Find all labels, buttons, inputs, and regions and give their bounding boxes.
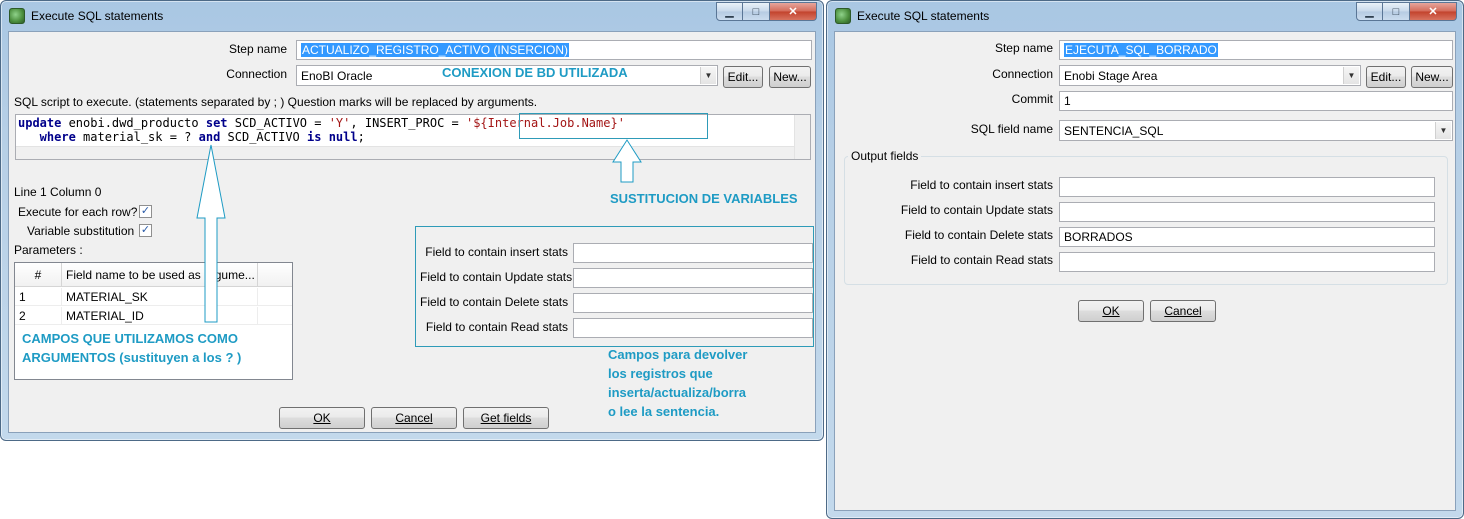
cursor-position: Line 1 Column 0 — [14, 185, 102, 199]
parameters-label: Parameters : — [14, 243, 83, 257]
kettle-app-icon — [9, 8, 25, 24]
maximize-button[interactable]: □ — [743, 2, 770, 21]
execute-sql-dialog-right: Execute SQL statements ▁ □ ✕ Step name E… — [826, 0, 1464, 519]
sql-field-combo[interactable]: SENTENCIA_SQL ▼ — [1059, 120, 1453, 141]
read-stats-label: Field to contain Read stats — [910, 253, 1053, 267]
delete-stats-input[interactable]: BORRADOS — [1059, 227, 1435, 247]
row-num: 2 — [15, 307, 62, 325]
cancel-button[interactable]: Cancel — [371, 407, 457, 429]
annotation-connection: CONEXION DE BD UTILIZADA — [442, 65, 628, 80]
edit-connection-button[interactable]: Edit... — [1366, 66, 1406, 88]
read-stats-label: Field to contain Read stats — [425, 320, 568, 334]
table-row[interactable]: 2 MATERIAL_ID — [15, 307, 292, 325]
insert-stats-label: Field to contain insert stats — [910, 178, 1053, 192]
commit-input[interactable]: 1 — [1059, 91, 1453, 111]
update-stats-label: Field to contain Update stats — [420, 270, 573, 284]
ok-button[interactable]: OK — [1078, 300, 1144, 322]
table-header: # Field name to be used as argume... — [15, 263, 292, 287]
read-stats-input[interactable] — [1059, 252, 1435, 272]
new-connection-button[interactable]: New... — [769, 66, 811, 88]
output-fields-label: Output fields — [848, 149, 922, 163]
variable-highlight-box — [519, 113, 708, 139]
connection-combo[interactable]: Enobi Stage Area ▼ — [1059, 65, 1361, 86]
row-num: 1 — [15, 288, 62, 306]
row-field[interactable]: MATERIAL_ID — [62, 307, 258, 325]
exec-each-row-label: Execute for each row? — [18, 205, 138, 219]
table-row[interactable]: 1 MATERIAL_SK — [15, 288, 292, 306]
minimize-button[interactable]: ▁ — [716, 2, 743, 21]
annotation-variables: SUSTITUCION DE VARIABLES — [610, 191, 798, 206]
ok-button[interactable]: OK — [279, 407, 365, 429]
title-bar[interactable]: Execute SQL statements ▁ □ ✕ — [1, 1, 823, 31]
sql-hint-label: SQL script to execute. (statements separ… — [14, 95, 538, 109]
chevron-down-icon[interactable]: ▼ — [700, 67, 716, 84]
connection-label: Connection — [992, 67, 1053, 81]
sql-field-label: SQL field name — [970, 122, 1053, 136]
get-fields-button[interactable]: Get fields — [463, 407, 549, 429]
vertical-scrollbar[interactable] — [794, 115, 810, 159]
delete-stats-label: Field to contain Delete stats — [420, 295, 569, 309]
annotation-stats-line3: inserta/actualiza/borra — [608, 385, 746, 400]
window-title: Execute SQL statements — [31, 9, 164, 23]
chevron-down-icon[interactable]: ▼ — [1435, 122, 1451, 139]
minimize-button[interactable]: ▁ — [1356, 2, 1383, 21]
delete-stats-input[interactable] — [573, 293, 813, 313]
delete-stats-label: Field to contain Delete stats — [904, 228, 1053, 242]
step-name-label: Step name — [994, 41, 1053, 55]
commit-label: Commit — [1011, 92, 1053, 106]
row-field[interactable]: MATERIAL_SK — [62, 288, 258, 306]
step-name-input[interactable]: ACTUALIZO_REGISTRO_ACTIVO (INSERCION) — [296, 40, 812, 60]
update-stats-input[interactable] — [573, 268, 813, 288]
stats-group: Field to contain insert stats Field to c… — [415, 226, 814, 347]
dialog-client: Step name EJECUTA_SQL_BORRADO Connection… — [834, 31, 1456, 511]
new-connection-button[interactable]: New... — [1411, 66, 1453, 88]
edit-connection-button[interactable]: Edit... — [723, 66, 763, 88]
read-stats-input[interactable] — [573, 318, 813, 338]
annotation-args-line1: CAMPOS QUE UTILIZAMOS COMO — [22, 331, 238, 346]
kettle-app-icon — [835, 8, 851, 24]
col-header-num[interactable]: # — [15, 263, 62, 287]
update-stats-label: Field to contain Update stats — [900, 203, 1053, 217]
insert-stats-input[interactable] — [573, 243, 813, 263]
annotation-stats-line1: Campos para devolver — [608, 347, 748, 362]
col-header-field[interactable]: Field name to be used as argume... — [62, 263, 258, 287]
title-bar[interactable]: Execute SQL statements ▁ □ ✕ — [827, 1, 1463, 31]
connection-label: Connection — [226, 67, 287, 81]
annotation-stats-line2: los registros que — [608, 366, 713, 381]
close-button[interactable]: ✕ — [1410, 2, 1457, 21]
chevron-down-icon[interactable]: ▼ — [1343, 67, 1359, 84]
horizontal-scrollbar[interactable] — [16, 146, 794, 159]
annotation-args-line2: ARGUMENTOS (sustituyen a los ? ) — [22, 350, 242, 365]
insert-stats-label: Field to contain insert stats — [425, 245, 568, 259]
update-stats-input[interactable] — [1059, 202, 1435, 222]
insert-stats-input[interactable] — [1059, 177, 1435, 197]
window-title: Execute SQL statements — [857, 9, 990, 23]
cancel-button[interactable]: Cancel — [1150, 300, 1216, 322]
variable-subst-checkbox[interactable]: ✓ — [139, 224, 152, 237]
close-button[interactable]: ✕ — [770, 2, 817, 21]
variable-subst-label: Variable substitution — [27, 224, 135, 238]
step-name-label: Step name — [228, 42, 287, 56]
exec-each-row-checkbox[interactable]: ✓ — [139, 205, 152, 218]
maximize-button[interactable]: □ — [1383, 2, 1410, 21]
annotation-stats-line4: o lee la sentencia. — [608, 404, 720, 419]
step-name-input[interactable]: EJECUTA_SQL_BORRADO — [1059, 40, 1453, 60]
